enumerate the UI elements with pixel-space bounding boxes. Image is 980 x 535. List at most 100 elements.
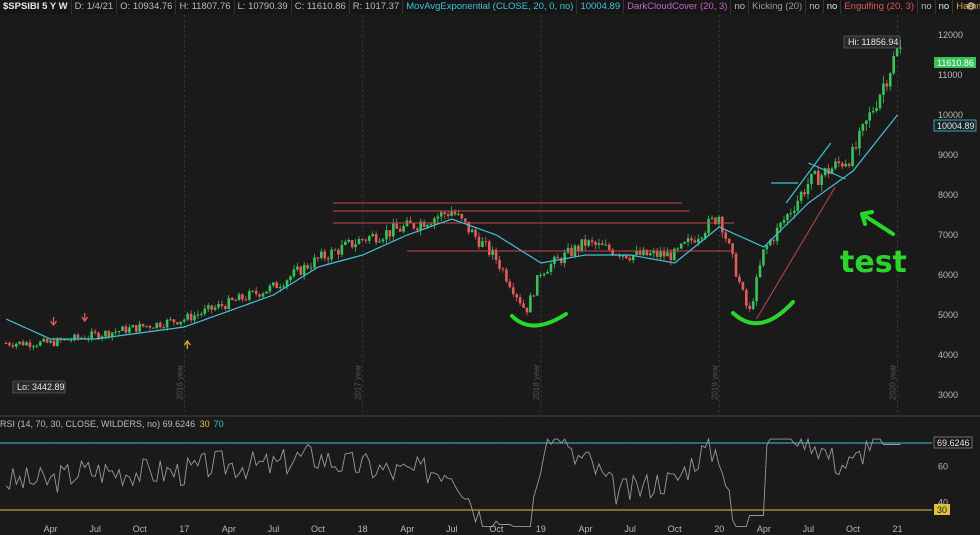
rsi-study-label[interactable]: RSI (14, 70, 30, CLOSE, WILDERS, no) bbox=[0, 419, 160, 429]
candle-body bbox=[258, 294, 261, 297]
candle-body bbox=[505, 269, 508, 282]
candle-body bbox=[840, 163, 844, 167]
price-chart[interactable]: 2016 year 2017 year 2018 year 2019 year 2020… bbox=[0, 0, 980, 535]
candle-body bbox=[381, 239, 385, 242]
candle-body bbox=[710, 217, 714, 219]
rsi-study-value: 69.6246 bbox=[162, 419, 196, 429]
candle-body bbox=[155, 322, 159, 329]
candle-body bbox=[429, 224, 433, 226]
candle-body bbox=[700, 237, 704, 239]
candle-body bbox=[347, 239, 351, 242]
candle-body bbox=[368, 236, 371, 241]
candle-body bbox=[854, 146, 858, 149]
candle-body bbox=[337, 249, 340, 255]
price-tick: 9000 bbox=[938, 150, 958, 160]
candle-body bbox=[402, 226, 405, 232]
candle-body bbox=[549, 263, 553, 272]
candle-body bbox=[882, 83, 885, 95]
last-price-tag: 11610.86 bbox=[937, 58, 974, 68]
candle-body bbox=[721, 216, 724, 233]
candle-body bbox=[378, 241, 381, 243]
year-marker: 2017 year bbox=[354, 364, 363, 400]
candle-body bbox=[21, 341, 25, 346]
candle-body bbox=[265, 291, 268, 294]
candle-body bbox=[816, 170, 820, 185]
candle-body bbox=[697, 238, 700, 243]
candle-body bbox=[532, 295, 536, 297]
candle-body bbox=[474, 229, 477, 237]
price-tick: 11000 bbox=[938, 70, 962, 80]
candle-body bbox=[76, 334, 80, 339]
candle-body bbox=[755, 277, 758, 302]
candle-body bbox=[803, 192, 806, 195]
candle-body bbox=[186, 313, 189, 320]
time-tick: Oct bbox=[133, 524, 148, 534]
time-tick: Oct bbox=[668, 524, 683, 534]
price-tick: 4000 bbox=[938, 350, 958, 360]
candle-body bbox=[52, 340, 56, 347]
time-tick: 18 bbox=[358, 524, 368, 534]
candle-body bbox=[810, 173, 813, 185]
candle-body bbox=[316, 257, 320, 259]
time-tick: Jul bbox=[624, 524, 636, 534]
candle-body bbox=[772, 240, 776, 242]
candle-body bbox=[227, 297, 231, 309]
candle-body bbox=[131, 325, 135, 328]
test-annotation: test bbox=[840, 245, 907, 280]
candle-body bbox=[261, 293, 265, 297]
candle-body bbox=[546, 271, 549, 274]
candle-body bbox=[165, 319, 169, 328]
candle-body bbox=[213, 307, 217, 310]
candle-body bbox=[813, 170, 817, 174]
candle-body bbox=[868, 112, 871, 121]
candle-body bbox=[446, 214, 450, 217]
candle-body bbox=[463, 218, 467, 222]
candle-body bbox=[121, 326, 124, 331]
candle-body bbox=[844, 163, 848, 167]
candle-body bbox=[522, 303, 525, 308]
candle-body bbox=[539, 275, 542, 277]
candle-body bbox=[477, 236, 481, 247]
candle-body bbox=[42, 338, 46, 342]
time-tick: Jul bbox=[89, 524, 101, 534]
candle-body bbox=[196, 314, 200, 316]
candle-body bbox=[200, 313, 203, 315]
candle-body bbox=[117, 330, 121, 332]
candle-body bbox=[141, 323, 145, 327]
rsi-value-tag: 69.6246 bbox=[937, 438, 970, 448]
rsi-axis: 4060 bbox=[938, 461, 948, 507]
candle-body bbox=[422, 221, 426, 227]
candle-body bbox=[758, 265, 762, 278]
candle-body bbox=[779, 222, 782, 228]
candle-body bbox=[580, 239, 584, 251]
candle-body bbox=[11, 345, 15, 347]
candle-body bbox=[542, 273, 546, 276]
candle-body bbox=[731, 243, 734, 254]
candle-body bbox=[176, 322, 179, 325]
candle-body bbox=[128, 327, 131, 333]
rsi-series bbox=[5, 437, 901, 527]
candle-body bbox=[104, 331, 107, 337]
candle-body bbox=[124, 326, 128, 333]
candle-body bbox=[659, 251, 662, 257]
candle-body bbox=[878, 94, 882, 109]
candle-body bbox=[481, 241, 484, 247]
year-marker: 2020 year bbox=[889, 364, 898, 400]
candle-body bbox=[340, 244, 344, 255]
candle-body bbox=[426, 224, 429, 227]
time-tick: Jul bbox=[268, 524, 280, 534]
candle-body bbox=[220, 304, 224, 307]
candle-body bbox=[871, 110, 875, 113]
candle-body bbox=[172, 319, 176, 323]
candle-body bbox=[515, 294, 518, 298]
candle-body bbox=[309, 267, 313, 269]
candle-body bbox=[388, 230, 392, 237]
candle-body bbox=[268, 285, 272, 292]
lo-label: Lo: 3442.89 bbox=[17, 382, 65, 392]
price-tick: 8000 bbox=[938, 190, 958, 200]
candle-body bbox=[820, 175, 824, 185]
candle-body bbox=[18, 341, 22, 344]
candle-body bbox=[107, 331, 111, 338]
candle-body bbox=[762, 249, 765, 266]
time-tick: Apr bbox=[579, 524, 593, 534]
